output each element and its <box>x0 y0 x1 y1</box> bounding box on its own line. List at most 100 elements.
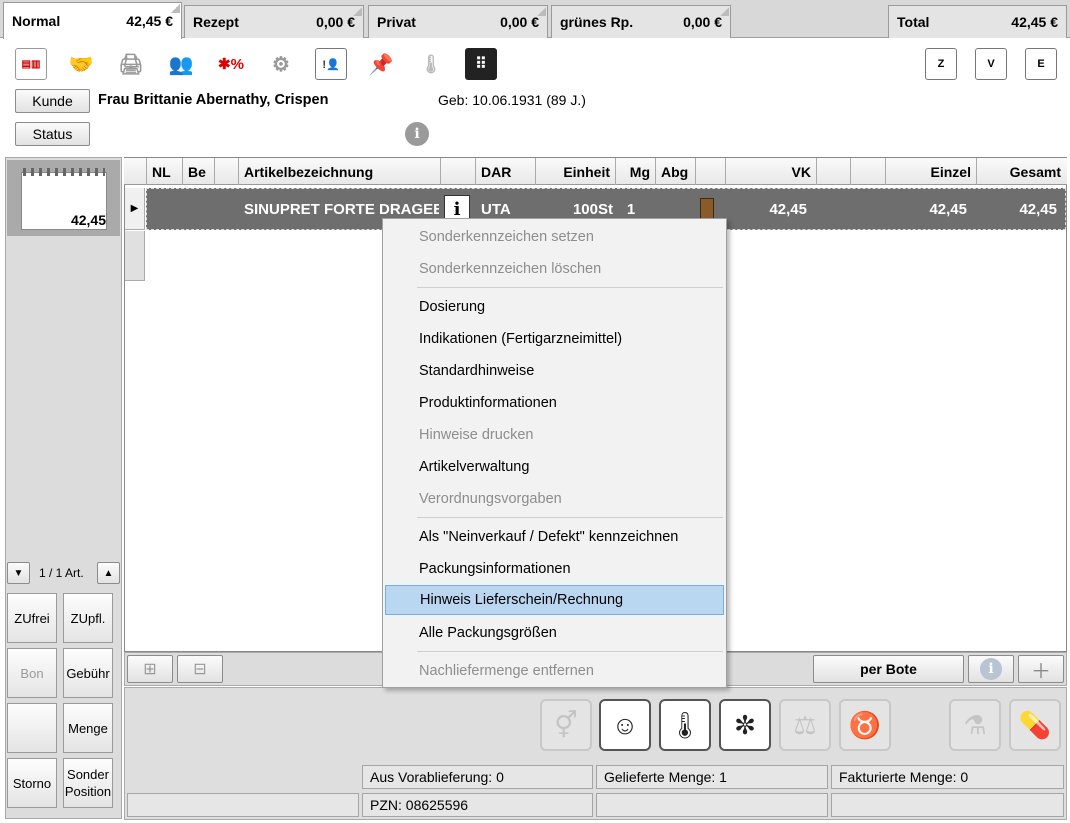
customer-name: Frau Brittanie Abernathy, Crispen <box>98 92 329 108</box>
gear-icon[interactable]: ⚙ <box>265 48 297 80</box>
add-document-icon[interactable]: ＋ <box>1018 655 1064 683</box>
kidney-icon[interactable]: ♉ <box>839 699 891 751</box>
gebuehr-button[interactable]: Gebühr <box>63 648 113 698</box>
row-indicator-empty <box>125 231 145 281</box>
grid-export-icon[interactable]: ⊟ <box>177 655 223 683</box>
tab-gruenes-rezept-amount: 0,00 € <box>683 14 722 30</box>
col-mg[interactable]: Mg <box>615 158 655 185</box>
tab-privat[interactable]: Privat 0,00 € <box>368 5 548 38</box>
document-v-icon[interactable]: V <box>975 48 1007 80</box>
menu-separator <box>417 517 723 518</box>
row-vk: 42,45 <box>769 200 807 218</box>
col-blank-1 <box>214 158 239 185</box>
tab-privat-label: Privat <box>377 14 416 30</box>
menu-item-artikelverwaltung[interactable]: Artikelverwaltung <box>385 452 724 482</box>
info-button[interactable]: i <box>968 655 1014 683</box>
scroll-up-button[interactable]: ▲ <box>97 562 120 584</box>
discount-icon[interactable]: ✱% <box>215 48 247 80</box>
per-bote-button[interactable]: per Bote <box>813 655 964 683</box>
col-nl[interactable]: NL <box>146 158 179 185</box>
add-icon[interactable] <box>353 7 362 16</box>
pill-interaction-icon[interactable]: 💊 <box>1009 699 1061 751</box>
col-einzel[interactable]: Einzel <box>885 158 976 185</box>
menu-item-sonderkennzeichen-loeschen[interactable]: Sonderkennzeichen löschen <box>385 254 724 284</box>
dandelion-allergy-icon[interactable]: ✼ <box>719 699 771 751</box>
customer-card-icon[interactable]: ▤▥ <box>15 48 47 80</box>
row-indicator-icon[interactable]: ▶ <box>125 188 145 230</box>
handshake-icon[interactable]: 🤝 <box>65 48 97 80</box>
col-blank-4 <box>816 158 850 185</box>
grid-import-icon[interactable]: ⊞ <box>127 655 173 683</box>
child-senior-icon[interactable]: ☺ <box>599 699 651 751</box>
menu-item-alle-packungsgroessen[interactable]: Alle Packungsgrößen <box>385 618 724 648</box>
menu-item-hinweise-drucken[interactable]: Hinweise drucken <box>385 420 724 450</box>
menu-item-dosierung[interactable]: Dosierung <box>385 292 724 322</box>
menu-item-neinverkauf-defekt[interactable]: Als "Neinverkauf / Defekt" kennzeichnen <box>385 522 724 552</box>
tab-gruenes-rezept[interactable]: grünes Rp. 0,00 € <box>551 5 731 38</box>
menu-item-produktinformationen[interactable]: Produktinformationen <box>385 388 724 418</box>
menu-item-hinweis-lieferschein-rechnung[interactable]: Hinweis Lieferschein/Rechnung <box>385 585 724 615</box>
dispense-door-icon <box>700 198 714 220</box>
add-icon[interactable] <box>171 4 180 13</box>
thermometer-icon[interactable]: 🌡 <box>659 699 711 751</box>
zufrei-button[interactable]: ZUfrei <box>7 593 57 643</box>
warning-document-icon[interactable]: !👤 <box>315 48 347 80</box>
aus-vorablieferung-field: Aus Vorablieferung: 0 <box>362 765 593 789</box>
col-be[interactable]: Be <box>182 158 214 185</box>
grid-header: NL Be Artikelbezeichnung DAR Einheit Mg … <box>124 158 1067 185</box>
total-label: Total <box>897 14 930 30</box>
info-icon[interactable]: i <box>405 122 429 146</box>
add-icon[interactable] <box>537 7 546 16</box>
menu-item-standardhinweise[interactable]: Standardhinweise <box>385 356 724 386</box>
col-artikelbezeichnung[interactable]: Artikelbezeichnung <box>238 158 440 185</box>
tab-normal-label: Normal <box>12 13 61 29</box>
storno-button[interactable]: Storno <box>7 758 57 808</box>
zupfl-button[interactable]: ZUpfl. <box>63 593 113 643</box>
col-blank-3 <box>695 158 725 185</box>
tab-privat-amount: 0,00 € <box>500 14 539 30</box>
bon-button[interactable]: Bon <box>7 648 57 698</box>
menu-item-packungsinformationen[interactable]: Packungsinformationen <box>385 554 724 584</box>
empty-button[interactable] <box>7 703 57 753</box>
dots-grid-icon[interactable]: ⠿ <box>465 48 497 80</box>
notepad-rings-icon <box>23 168 105 176</box>
document-e-icon[interactable]: E <box>1025 48 1057 80</box>
tab-rezept-label: Rezept <box>193 14 239 30</box>
total-amount: 42,45 € <box>1011 14 1058 30</box>
article-counter: 1 / 1 Art. <box>39 566 84 580</box>
col-gesamt[interactable]: Gesamt <box>976 158 1066 185</box>
menge-button[interactable]: Menge <box>63 703 113 753</box>
people-icon[interactable]: 👥 <box>165 48 197 80</box>
col-blank-2 <box>440 158 475 185</box>
status-button[interactable]: Status <box>15 122 90 146</box>
pin-icon[interactable]: 📌 <box>365 48 397 80</box>
col-vk[interactable]: VK <box>725 158 816 185</box>
total-box: Total 42,45 € <box>888 5 1067 38</box>
tab-normal-amount: 42,45 € <box>126 13 173 29</box>
col-dar[interactable]: DAR <box>475 158 535 185</box>
scroll-down-button[interactable]: ▼ <box>7 562 30 584</box>
fakturierte-menge-field: Fakturierte Menge: 0 <box>831 765 1064 789</box>
row-gesamt: 42,45 <box>1019 200 1057 218</box>
sonder-position-button[interactable]: Sonder Position <box>63 758 113 808</box>
col-abg[interactable]: Abg <box>655 158 695 185</box>
scale-icon[interactable]: ⚖ <box>779 699 831 751</box>
document-z-icon[interactable]: Z <box>925 48 957 80</box>
kunde-button[interactable]: Kunde <box>15 89 90 113</box>
thermometer-icon[interactable]: 🌡 <box>415 48 447 80</box>
printer-icon[interactable]: 🖨 <box>115 48 147 80</box>
menu-item-indikationen[interactable]: Indikationen (Fertigarzneimittel) <box>385 324 724 354</box>
menu-item-sonderkennzeichen-setzen[interactable]: Sonderkennzeichen setzen <box>385 222 724 252</box>
row-einzel: 42,45 <box>929 200 967 218</box>
gender-icon[interactable]: ⚥ <box>540 699 592 751</box>
tab-normal[interactable]: Normal 42,45 € <box>3 2 182 39</box>
add-icon[interactable] <box>720 7 729 16</box>
notepad-widget[interactable]: 42,45 <box>7 160 120 236</box>
info-icon: i <box>980 658 1002 680</box>
menu-item-nachliefermenge-entfernen[interactable]: Nachliefermenge entfernen <box>385 656 724 686</box>
menu-item-verordnungsvorgaben[interactable]: Verordnungsvorgaben <box>385 484 724 514</box>
col-einheit[interactable]: Einheit <box>535 158 615 185</box>
tab-rezept[interactable]: Rezept 0,00 € <box>184 5 364 38</box>
empty-field-left <box>127 793 359 817</box>
medication-interaction-icon[interactable]: ⚗ <box>949 699 1001 751</box>
